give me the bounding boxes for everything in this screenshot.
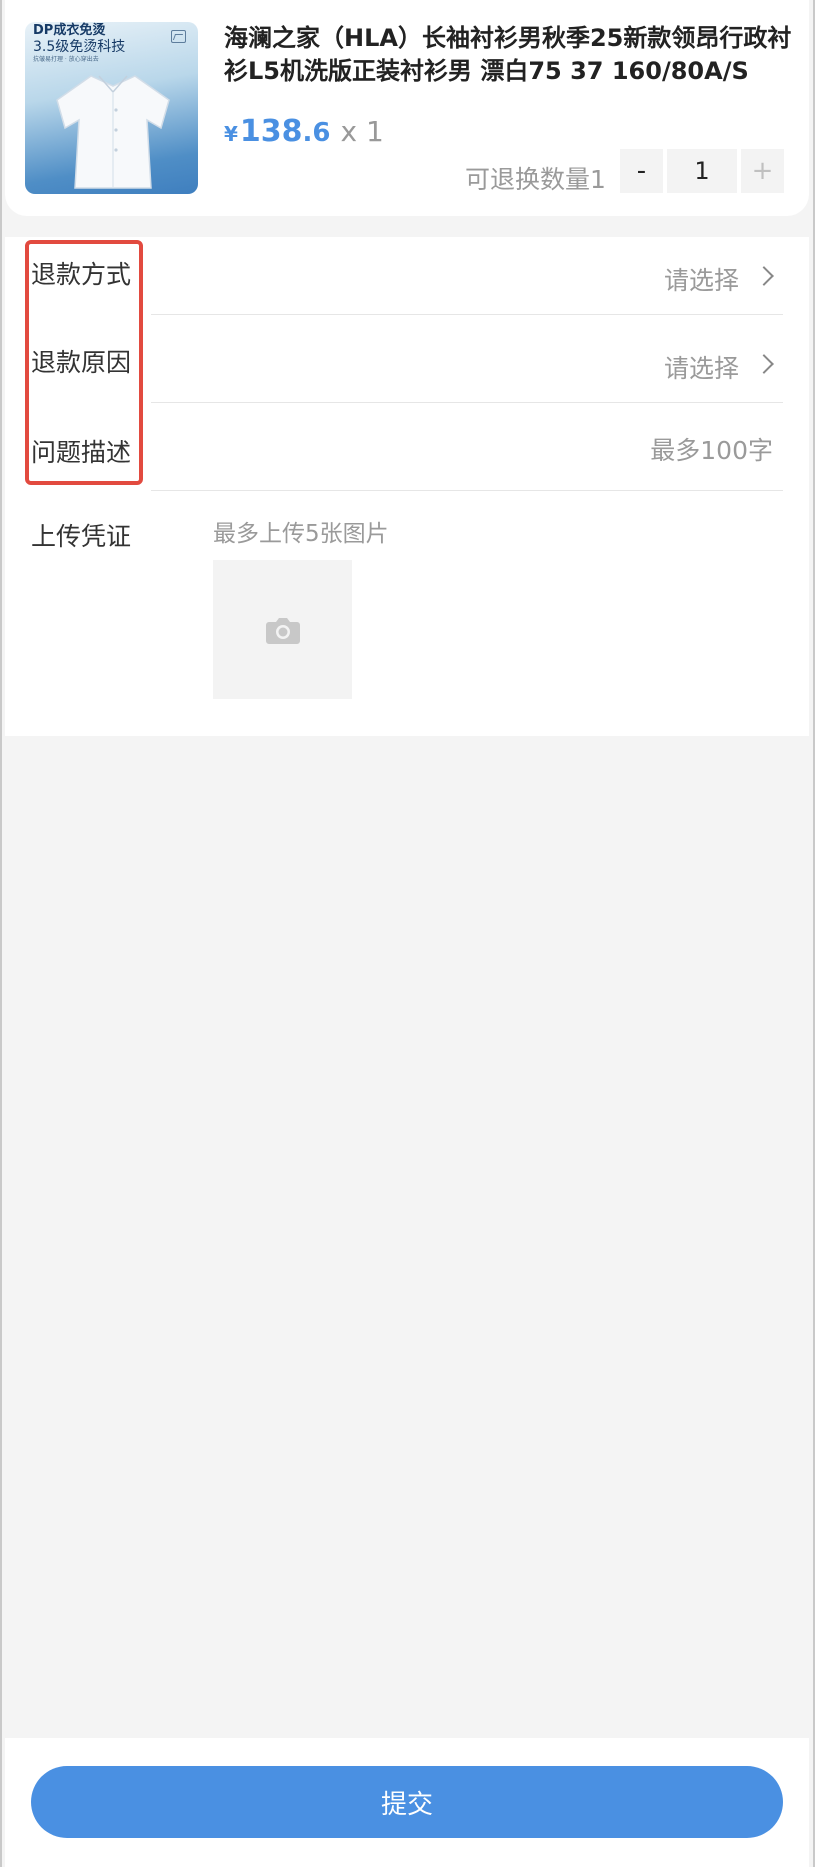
decrease-quantity-button[interactable]: - <box>620 149 663 193</box>
upload-image-button[interactable] <box>213 560 352 699</box>
badge-line-2: 3.5级免烫科技 <box>33 38 126 55</box>
refund-method-label: 退款方式 <box>31 260 132 289</box>
refund-reason-row[interactable]: 退款原因 请选择 <box>5 315 809 402</box>
product-title: 海澜之家（HLA）长袖衬衫男秋季25新款领昂行政衬衫L5机洗版正装衬衫男 漂白7… <box>224 24 792 85</box>
badge-line-1: DP成衣免烫 <box>33 23 106 38</box>
price-row: ¥ 138 .6 x 1 <box>224 114 384 149</box>
bottom-bar: 提交 <box>5 1738 809 1867</box>
quantity-stepper: - 1 + <box>620 149 784 193</box>
left-frame-border <box>0 0 2 1867</box>
product-card: DP成衣免烫 3.5级免烫科技 抗皱易打理 · 放心穿出去 海澜之家（HLA）长… <box>5 0 809 216</box>
refund-method-value: 请选择 <box>663 266 739 295</box>
badge-line-3: 抗皱易打理 · 放心穿出去 <box>33 56 99 64</box>
refund-reason-value: 请选择 <box>663 354 739 383</box>
problem-description-row: 问题描述 最多100字 <box>5 403 809 490</box>
problem-description-label: 问题描述 <box>31 438 132 467</box>
image-corner-icon <box>171 30 186 43</box>
refund-reason-label: 退款原因 <box>31 348 132 377</box>
problem-description-input[interactable]: 最多100字 <box>650 431 773 467</box>
chevron-right-icon <box>754 354 774 374</box>
price-decimal: .6 <box>302 118 331 148</box>
refundable-quantity-label: 可退换数量1 <box>465 165 606 194</box>
chevron-right-icon <box>754 266 774 286</box>
upload-evidence-row: 上传凭证 <box>5 491 809 736</box>
product-image[interactable]: DP成衣免烫 3.5级免烫科技 抗皱易打理 · 放心穿出去 <box>25 22 198 194</box>
product-image-badge: DP成衣免烫 3.5级免烫科技 抗皱易打理 · 放心穿出去 <box>33 23 126 64</box>
increase-quantity-button[interactable]: + <box>741 149 784 193</box>
shirt-illustration <box>56 75 170 189</box>
purchase-quantity: x 1 <box>340 115 384 148</box>
refund-method-row[interactable]: 退款方式 请选择 <box>5 237 809 314</box>
quantity-input[interactable]: 1 <box>667 149 737 193</box>
price-integer: 138 <box>239 114 303 149</box>
upload-evidence-label: 上传凭证 <box>31 522 132 551</box>
refund-form: 退款方式 请选择 退款原因 请选择 问题描述 最多100字 上传凭证 <box>5 237 809 736</box>
camera-icon <box>265 617 300 644</box>
price-currency: ¥ <box>224 122 238 146</box>
submit-button[interactable]: 提交 <box>31 1766 783 1838</box>
upload-hint: 最多上传5张图片 <box>213 521 389 547</box>
